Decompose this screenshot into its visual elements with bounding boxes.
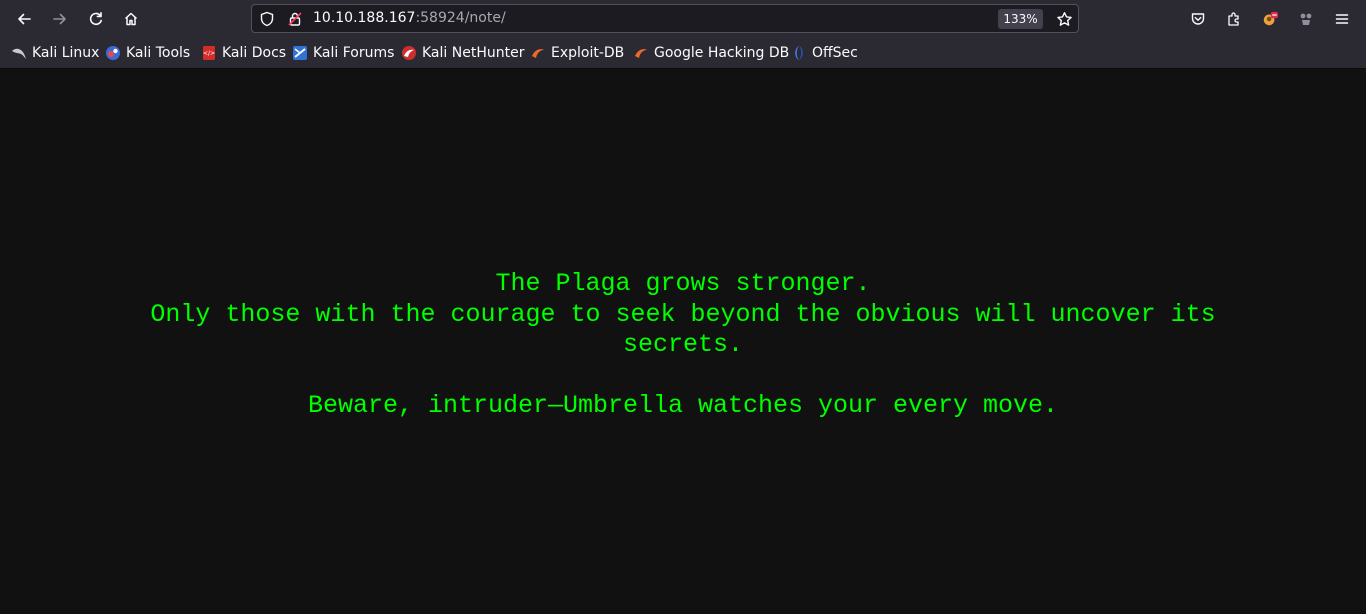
star-icon[interactable] <box>1055 10 1073 28</box>
back-button[interactable] <box>9 4 39 34</box>
bookmark-kali-docs[interactable]: </> Kali Docs <box>201 44 286 62</box>
note-message: The Plaga grows stronger. Only those wit… <box>0 269 1366 422</box>
offsec-icon <box>795 46 803 60</box>
bookmark-label: Kali Tools <box>126 45 191 61</box>
reload-icon <box>89 12 102 26</box>
bookmark-exploit-db[interactable]: Exploit-DB <box>530 44 624 62</box>
url-path: :58924/note/ <box>415 10 506 26</box>
note-line-1: The Plaga grows stronger. <box>495 269 871 298</box>
bookmark-label: Exploit-DB <box>551 45 625 61</box>
bookmark-label: Google Hacking DB <box>654 45 790 61</box>
pocket-icon <box>1191 13 1205 25</box>
bookmark-google-hacking-db[interactable]: Google Hacking DB <box>633 44 789 62</box>
bookmark-label: Kali Linux <box>32 45 100 61</box>
pocket-button[interactable] <box>1183 4 1213 34</box>
hamburger-menu-icon <box>1335 14 1349 24</box>
bookmark-kali-forums[interactable]: Kali Forums <box>292 44 394 62</box>
nethunter-icon <box>402 46 416 60</box>
note-line-3: Beware, intruder—Umbrella watches your e… <box>307 391 1059 420</box>
extension-icon <box>1300 13 1312 25</box>
svg-text:</>: </> <box>203 50 215 57</box>
url-text[interactable]: 10.10.188.167:58924/note/ <box>313 10 506 26</box>
profile-button[interactable] <box>1255 4 1285 34</box>
arrow-left-icon <box>18 13 31 25</box>
url-host: 10.10.188.167 <box>313 10 416 26</box>
note-spacer <box>0 361 1366 392</box>
bookmark-label: Kali Docs <box>222 45 287 61</box>
browser-toolbar: 10.10.188.167:58924/note/ 133% <box>0 0 1366 37</box>
bookmark-label: Kali NetHunter <box>422 45 525 61</box>
home-button[interactable] <box>116 4 146 34</box>
zoom-level-button[interactable]: 133% <box>998 9 1043 29</box>
exploit-db-icon <box>532 49 544 58</box>
bookmark-label: Kali Forums <box>313 45 395 61</box>
ghdb-icon <box>635 49 647 58</box>
extension-button[interactable] <box>1291 4 1321 34</box>
kali-dragon-icon <box>12 48 26 59</box>
note-line-2: Only those with the courage to seek beyo… <box>150 299 1216 360</box>
bookmark-kali-linux[interactable]: Kali Linux <box>11 44 99 62</box>
shield-icon[interactable] <box>259 11 275 27</box>
arrow-right-icon <box>53 13 66 25</box>
puzzle-icon <box>1228 12 1239 26</box>
home-icon <box>124 12 138 26</box>
bookmark-offsec[interactable]: OffSec <box>791 44 858 62</box>
bookmarks-toolbar: Kali Linux Kali Tools </> Kali Docs Kali… <box>0 37 1366 69</box>
forward-button[interactable] <box>45 4 75 34</box>
profile-icon <box>1263 11 1278 26</box>
app-menu-button[interactable] <box>1327 4 1357 34</box>
page-content: The Plaga grows stronger. Only those wit… <box>0 69 1366 614</box>
kali-tools-icon <box>106 46 120 60</box>
extensions-button[interactable] <box>1219 4 1249 34</box>
reload-button[interactable] <box>81 4 111 34</box>
bookmark-kali-tools[interactable]: Kali Tools <box>105 44 190 62</box>
lock-warning-icon[interactable] <box>287 11 303 27</box>
kali-forums-icon <box>293 46 307 60</box>
bookmark-label: OffSec <box>812 45 858 61</box>
url-bar[interactable]: 10.10.188.167:58924/note/ 133% <box>251 4 1079 33</box>
bookmark-kali-nethunter[interactable]: Kali NetHunter <box>401 44 524 62</box>
kali-docs-icon: </> <box>203 46 215 60</box>
